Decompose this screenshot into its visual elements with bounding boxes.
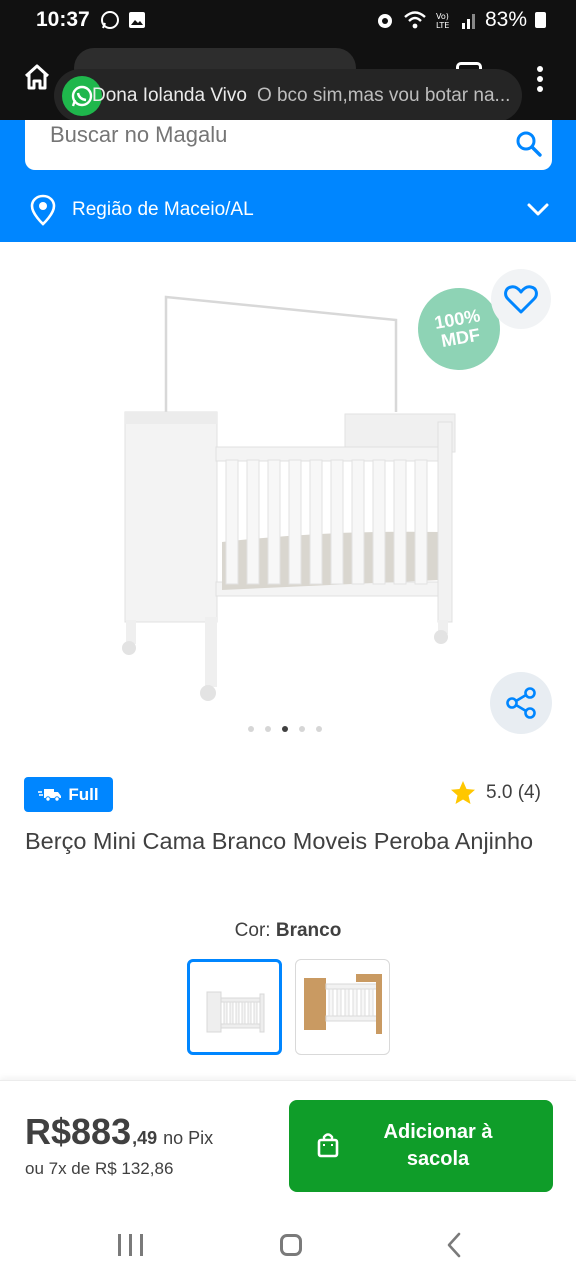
home-icon[interactable] [22,62,52,92]
image-icon [128,12,145,28]
truck-icon [38,788,62,802]
carousel-dot[interactable] [299,726,305,732]
share-icon [506,687,536,719]
carousel-dot[interactable] [248,726,254,732]
volte-icon: Vo)LTE [436,12,449,30]
status-bar: 10:37 Vo) LTE 83% [0,0,576,40]
alarm-icon [377,14,392,28]
carousel-dot[interactable] [265,726,271,732]
heart-icon [504,285,538,314]
more-menu-icon[interactable] [530,62,550,96]
search-input[interactable] [50,122,470,148]
image-carousel-dots [248,726,322,732]
price: R$883 ,49 no Pix [25,1111,213,1153]
star-icon [451,781,475,804]
location-pin-icon [30,194,56,226]
wifi-icon [404,11,426,29]
full-shipping-badge: Full [24,777,113,812]
site-header: Região de Maceio/AL [0,120,576,242]
color-value: Branco [275,920,342,941]
region-label: Região de Maceio/AL [72,199,254,220]
purchase-bar: R$883 ,49 no Pix ou 7x de R$ 132,86 Adic… [0,1080,576,1210]
svg-text:Vo): Vo) [436,12,449,21]
chevron-down-icon [527,203,549,216]
full-badge-label: Full [68,784,99,804]
notification-message: O bco sim,mas vou botar na... [256,84,511,106]
system-nav-bar [0,1210,576,1280]
add-to-bag-line2: sacola [406,1148,470,1170]
variant-wood-crib[interactable] [295,959,390,1055]
installments: ou 7x de R$ 132,86 [25,1159,174,1178]
color-label: Cor: [234,920,271,941]
product-title: Berço Mini Cama Branco Moveis Peroba Anj… [25,828,534,854]
recent-apps-icon[interactable] [118,1234,143,1256]
favorite-button[interactable] [491,269,551,329]
share-button[interactable] [490,672,552,734]
price-cents: ,49 [132,1128,158,1148]
battery-icon [535,12,546,28]
color-selector-label: Cor: Branco [0,920,576,942]
shopping-bag-icon [317,1133,339,1158]
notification-sender: Dona Iolanda Vivo [92,84,247,106]
svg-text:LTE: LTE [436,21,449,30]
home-nav-icon[interactable] [280,1234,302,1256]
add-to-bag-button[interactable]: Adicionar à sacola [289,1100,553,1192]
signal-icon [461,14,475,29]
rating[interactable]: 5.0 (4) [450,780,541,805]
battery-percent: 83% [484,8,527,31]
add-to-bag-line1: Adicionar à [383,1121,493,1143]
whatsapp-icon [100,11,119,29]
carousel-dot[interactable] [316,726,322,732]
status-time: 10:37 [36,8,90,31]
wood-crib-thumbnail [304,974,382,1034]
add-to-bag-label: Adicionar à sacola [351,1119,525,1173]
carousel-dot-active[interactable] [282,726,288,732]
region-selector[interactable]: Região de Maceio/AL [30,192,550,228]
price-main: R$883 [25,1111,132,1152]
price-pix-suffix: no Pix [163,1128,214,1148]
search-icon[interactable] [515,130,543,158]
whatsapp-notification[interactable]: Dona Iolanda Vivo O bco sim,mas vou bota… [54,69,522,122]
white-crib-thumbnail [206,991,265,1033]
search-box [25,120,552,170]
rating-value: 5.0 (4) [486,781,541,803]
back-icon[interactable] [444,1232,464,1258]
variant-white-crib[interactable] [187,959,282,1055]
